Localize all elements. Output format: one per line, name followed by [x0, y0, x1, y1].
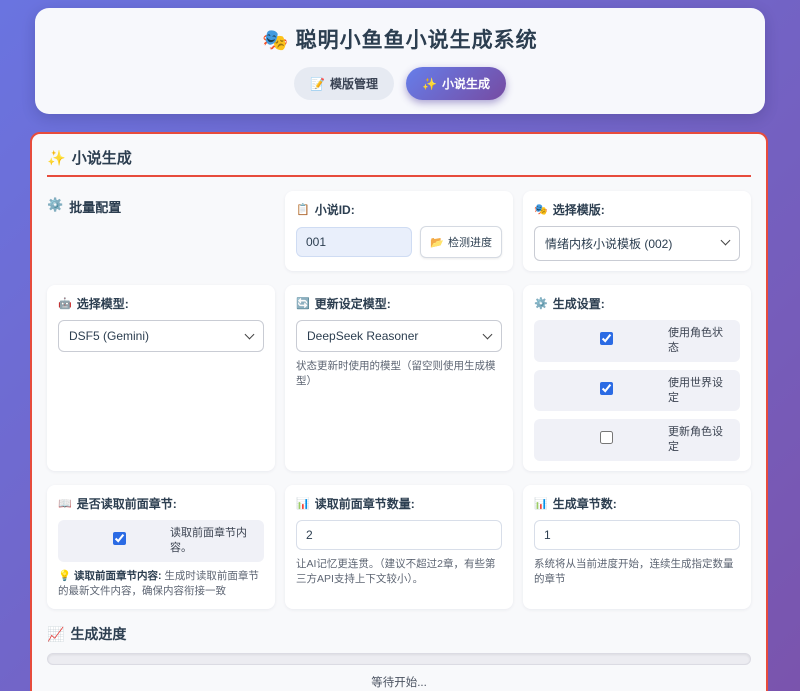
chevron-down-icon [721, 236, 731, 246]
chapter-count-card: 📊 生成章节数: 系统将从当前进度开始，连续生成指定数量的章节 [523, 485, 751, 609]
use-character-state-checkbox[interactable] [600, 332, 613, 345]
update-character-setting-row: 更新角色设定 [534, 419, 740, 461]
bar-chart-icon: 📊 [296, 497, 310, 510]
progress-status-text: 等待开始... [47, 674, 751, 690]
update-model-select[interactable]: DeepSeek Reasoner [296, 320, 502, 352]
clipboard-icon: 📋 [296, 203, 310, 216]
tab-novel-generation-label: 小说生成 [442, 75, 490, 92]
chevron-down-icon [483, 330, 493, 340]
read-previous-row: 读取前面章节内容。 [58, 520, 264, 562]
novel-generation-panel: ✨ 小说生成 ⚙️ 批量配置 📋 小说ID: 📂 检测进度 🎭 [30, 132, 768, 691]
tab-template-management[interactable]: 📝 模版管理 [294, 67, 394, 100]
template-select-label: 🎭 选择模版: [534, 201, 740, 218]
page-title: 🎭 聪明小鱼鱼小说生成系统 [45, 24, 755, 54]
tab-bar: 📝 模版管理 ✨ 小说生成 [45, 67, 755, 100]
template-select-value: 情绪内核小说模板 (002) [545, 237, 672, 251]
theater-masks-icon: 🎭 [262, 29, 289, 52]
generation-progress-bar [47, 653, 751, 665]
novel-id-input[interactable] [296, 227, 412, 257]
config-row-1: ⚙️ 批量配置 📋 小说ID: 📂 检测进度 🎭 选择模版: 情绪内核 [47, 191, 751, 271]
config-row-3: 📖 是否读取前面章节: 读取前面章节内容。 💡 读取前面章节内容: 生成时读取前… [47, 485, 751, 609]
generation-settings-label: ⚙️ 生成设置: [534, 295, 740, 312]
read-previous-checkbox-label: 读取前面章节内容。 [170, 526, 254, 556]
use-world-setting-label: 使用世界设定 [668, 376, 730, 406]
chapter-count-input[interactable] [534, 520, 740, 550]
section-title-text: 小说生成 [72, 147, 132, 168]
model-select-label-text: 选择模型: [77, 295, 129, 312]
chapter-count-label-text: 生成章节数: [553, 495, 617, 512]
generation-settings-card: ⚙️ 生成设置: 使用角色状态 使用世界设定 更新角色设定 [523, 285, 751, 471]
model-select-value: DSF5 (Gemini) [69, 329, 149, 343]
previous-count-label-text: 读取前面章节数量: [315, 495, 415, 512]
tab-template-management-label: 模版管理 [330, 75, 378, 92]
novel-id-label-text: 小说ID: [315, 201, 355, 218]
read-previous-label: 📖 是否读取前面章节: [58, 495, 264, 512]
sparkles-icon: ✨ [47, 149, 66, 167]
previous-count-hint: 让AI记忆更连贯。（建议不超过2章，有些第三方API支持上下文较小）。 [296, 557, 502, 587]
chart-increasing-icon: 📈 [47, 626, 64, 643]
read-previous-hint: 💡 读取前面章节内容: 生成时读取前面章节的最新文件内容，确保内容衔接一致 [58, 569, 264, 599]
update-model-select-card: 🔄 更新设定模型: DeepSeek Reasoner 状态更新时使用的模型（留… [285, 285, 513, 471]
model-select-label: 🤖 选择模型: [58, 295, 264, 312]
read-previous-card: 📖 是否读取前面章节: 读取前面章节内容。 💡 读取前面章节内容: 生成时读取前… [47, 485, 275, 609]
gear-icon: ⚙️ [534, 297, 548, 310]
read-previous-checkbox[interactable] [113, 532, 126, 545]
template-select[interactable]: 情绪内核小说模板 (002) [534, 226, 740, 261]
update-model-label: 🔄 更新设定模型: [296, 295, 502, 312]
page-title-text: 聪明小鱼鱼小说生成系统 [296, 29, 538, 52]
section-title: ✨ 小说生成 [47, 147, 751, 177]
chevron-down-icon [245, 330, 255, 340]
batch-config-label-text: 批量配置 [69, 197, 121, 216]
chapter-count-label: 📊 生成章节数: [534, 495, 740, 512]
tab-novel-generation[interactable]: ✨ 小说生成 [406, 67, 506, 100]
check-progress-button[interactable]: 📂 检测进度 [420, 226, 502, 258]
check-progress-button-label: 检测进度 [448, 234, 492, 250]
read-previous-hint-bold: 读取前面章节内容: [74, 570, 162, 582]
update-model-label-text: 更新设定模型: [315, 295, 391, 312]
novel-id-card: 📋 小说ID: 📂 检测进度 [285, 191, 513, 271]
header-card: 🎭 聪明小鱼鱼小说生成系统 📝 模版管理 ✨ 小说生成 [35, 8, 765, 114]
folder-icon: 📂 [430, 236, 444, 249]
template-select-label-text: 选择模版: [553, 201, 605, 218]
sparkles-icon: ✨ [422, 77, 437, 91]
progress-section-title: 📈 生成进度 [47, 624, 751, 644]
batch-config-label: ⚙️ 批量配置 [47, 191, 275, 271]
read-previous-label-text: 是否读取前面章节: [77, 495, 177, 512]
robot-icon: 🤖 [58, 297, 72, 310]
progress-section-title-text: 生成进度 [70, 624, 126, 644]
gear-icon: ⚙️ [47, 197, 63, 213]
update-model-hint: 状态更新时使用的模型（留空则使用生成模型） [296, 359, 502, 389]
previous-count-card: 📊 读取前面章节数量: 让AI记忆更连贯。（建议不超过2章，有些第三方API支持… [285, 485, 513, 609]
theater-masks-icon: 🎭 [534, 203, 548, 216]
update-character-setting-label: 更新角色设定 [668, 425, 730, 455]
update-model-select-value: DeepSeek Reasoner [307, 329, 418, 343]
use-world-setting-checkbox[interactable] [600, 382, 613, 395]
use-character-state-row: 使用角色状态 [534, 320, 740, 362]
bulb-icon: 💡 [58, 570, 71, 582]
bar-chart-icon: 📊 [534, 497, 548, 510]
config-row-2: 🤖 选择模型: DSF5 (Gemini) 🔄 更新设定模型: DeepSeek… [47, 285, 751, 471]
refresh-icon: 🔄 [296, 297, 310, 310]
memo-icon: 📝 [310, 77, 325, 91]
previous-count-label: 📊 读取前面章节数量: [296, 495, 502, 512]
open-book-icon: 📖 [58, 497, 72, 510]
use-character-state-label: 使用角色状态 [668, 326, 730, 356]
model-select[interactable]: DSF5 (Gemini) [58, 320, 264, 352]
model-select-card: 🤖 选择模型: DSF5 (Gemini) [47, 285, 275, 471]
update-character-setting-checkbox[interactable] [600, 431, 613, 444]
chapter-count-hint: 系统将从当前进度开始，连续生成指定数量的章节 [534, 557, 740, 587]
template-select-card: 🎭 选择模版: 情绪内核小说模板 (002) [523, 191, 751, 271]
use-world-setting-row: 使用世界设定 [534, 370, 740, 412]
generation-settings-label-text: 生成设置: [553, 295, 605, 312]
previous-count-input[interactable] [296, 520, 502, 550]
novel-id-label: 📋 小说ID: [296, 201, 502, 218]
